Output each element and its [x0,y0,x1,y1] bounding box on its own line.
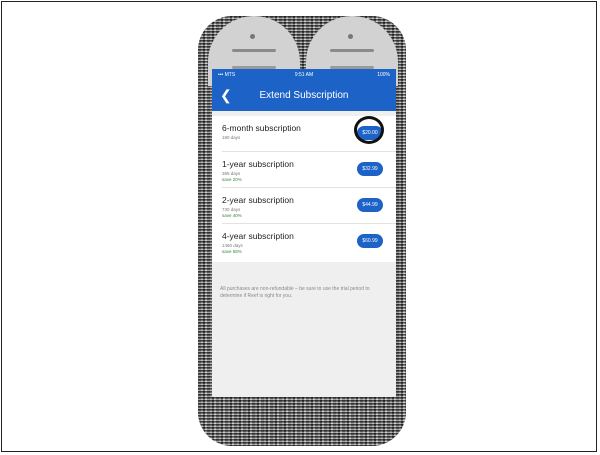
subscription-days: 730 days [222,207,241,212]
list-item-1-year[interactable]: 1-year subscription 365 days save 20% $3… [212,152,396,188]
subscription-days: 365 days [222,171,241,176]
subscription-name: 1-year subscription [222,159,294,169]
highlight-circle [354,116,384,144]
subscription-savings: save 40% [222,213,242,218]
list-item-2-year[interactable]: 2-year subscription 730 days save 40% $4… [212,188,396,224]
subscription-days: 1460 days [222,243,243,248]
status-bar: ••• MTS 9:51 AM 100% [212,69,396,81]
battery-indicator: 100% [377,72,390,78]
subscription-savings: save 20% [222,177,242,182]
list-item-4-year[interactable]: 4-year subscription 1460 days save 58% $… [212,224,396,260]
price-button[interactable]: $60.99 [357,234,383,248]
navigation-bar: ❮ Extend Subscription [212,81,396,111]
price-button[interactable]: $32.99 [357,162,383,176]
subscription-name: 2-year subscription [222,195,294,205]
status-time: 9:51 AM [294,72,314,78]
subscription-name: 6-month subscription [222,123,301,133]
subscription-name: 4-year subscription [222,231,294,241]
subscription-days: 180 days [222,135,241,140]
price-button[interactable]: $44.99 [357,198,383,212]
page-title: Extend Subscription [259,90,349,101]
subscription-savings: save 58% [222,249,242,254]
refund-notice: All purchases are non-refundable – be su… [220,286,370,299]
